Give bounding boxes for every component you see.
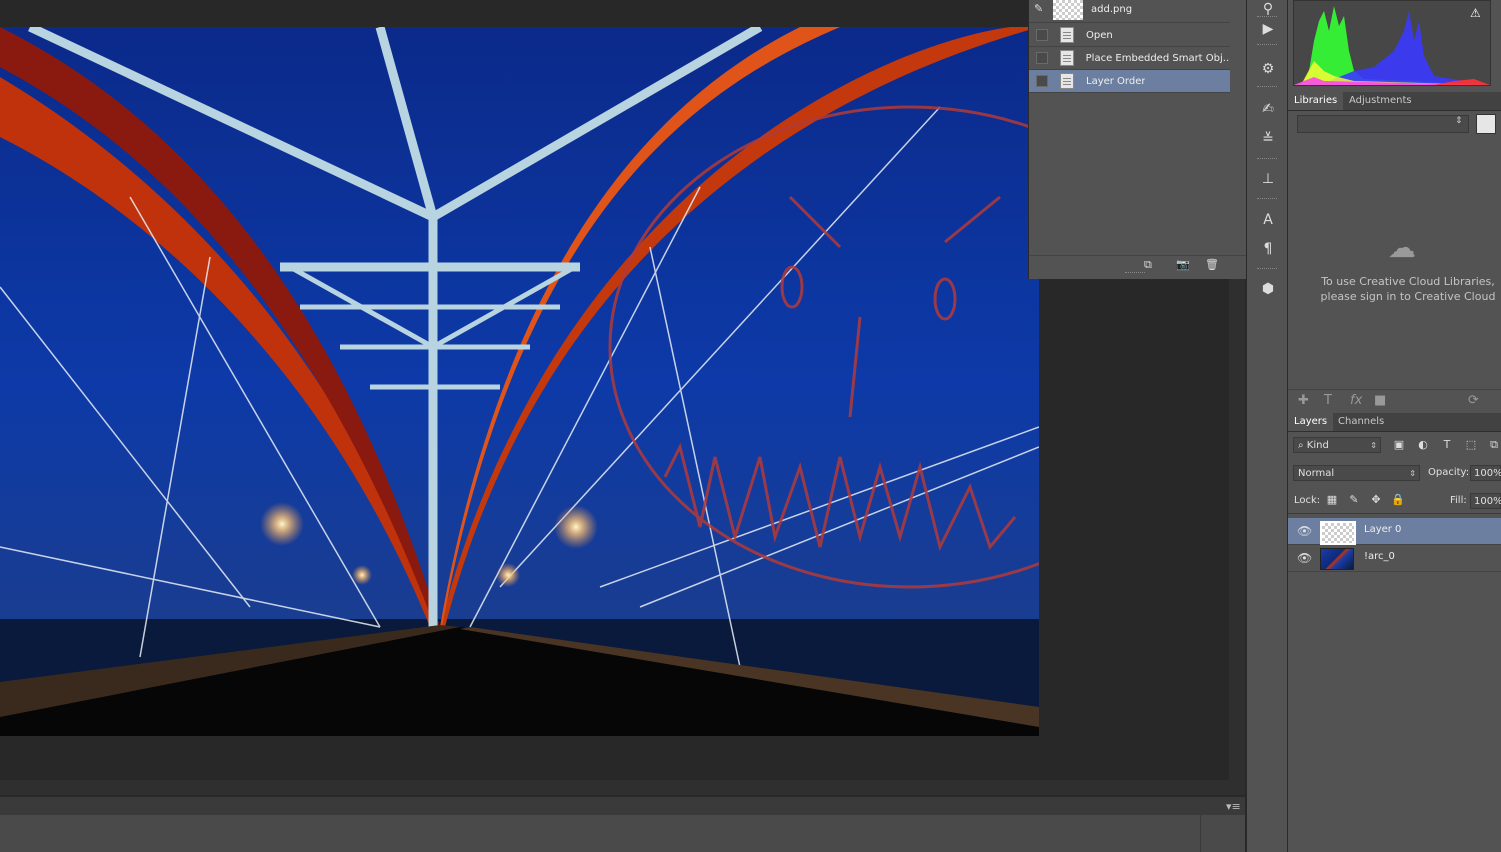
- add-graphic-icon[interactable]: ✚: [1298, 393, 1309, 408]
- clone-source-icon[interactable]: ⊥: [1259, 170, 1277, 188]
- status-divider: [1200, 815, 1201, 852]
- libraries-footer: ✚ T fx ■ ⟳: [1288, 389, 1501, 412]
- layers-divider: [1288, 513, 1501, 514]
- eye-icon[interactable]: 👁: [1297, 551, 1312, 565]
- history-panel: ✎ add.png Open Place Embedded Smart Obj.…: [1028, 0, 1246, 279]
- opacity-value: 100%: [1474, 468, 1501, 479]
- dock-grip[interactable]: [1257, 16, 1277, 19]
- blend-mode-select[interactable]: Normal ⇕: [1293, 465, 1420, 481]
- history-source-checkbox[interactable]: [1036, 52, 1048, 64]
- history-item-label: Layer Order: [1086, 75, 1146, 87]
- snapshot-thumbnail: [1053, 0, 1083, 20]
- opacity-label: Opacity:: [1428, 467, 1470, 478]
- histogram-panel: [1293, 0, 1491, 86]
- lock-transparent-pixels-icon[interactable]: ▦: [1325, 493, 1339, 507]
- tab-adjustments[interactable]: Adjustments: [1343, 92, 1418, 110]
- libraries-message-line1: To use Creative Cloud Libraries,: [1321, 275, 1495, 288]
- document-icon: [1060, 27, 1074, 43]
- search-icon: ⌕: [1298, 440, 1307, 451]
- fill-input[interactable]: 100%: [1470, 493, 1501, 509]
- lock-image-pixels-icon[interactable]: ✎: [1347, 493, 1361, 507]
- grid-view-icon[interactable]: [1476, 114, 1496, 134]
- blend-mode-value: Normal: [1298, 468, 1335, 479]
- history-item-open[interactable]: Open: [1029, 24, 1230, 47]
- histogram-graph: [1294, 6, 1490, 85]
- dock-grip[interactable]: [1257, 86, 1277, 89]
- brush-settings-icon[interactable]: ≚: [1259, 130, 1277, 148]
- history-snapshot[interactable]: ✎ add.png: [1029, 0, 1230, 23]
- bridge-photo: [0, 27, 1039, 736]
- layer-row-arc-0[interactable]: 👁 !arc_0: [1288, 545, 1501, 572]
- snapshot-label: add.png: [1091, 4, 1133, 15]
- camera-icon[interactable]: 📷: [1176, 258, 1190, 271]
- document-icon: [1060, 73, 1074, 89]
- layer-filter-select[interactable]: ⌕ Kind ⇕: [1293, 437, 1381, 453]
- document-icon: [1059, 50, 1074, 66]
- filter-type-icon[interactable]: T: [1439, 437, 1455, 453]
- filter-shape-icon[interactable]: ⬚: [1463, 437, 1479, 453]
- history-item-label: Open: [1086, 29, 1113, 41]
- libraries-message-line2: please sign in to Creative Cloud: [1320, 290, 1496, 303]
- chevron-updown-icon: ⇕: [1370, 441, 1377, 450]
- layers-tab-bar: Layers Channels: [1288, 413, 1501, 432]
- document-canvas[interactable]: [0, 27, 1039, 736]
- adjustments-icon[interactable]: ⚙: [1259, 60, 1277, 78]
- opacity-input[interactable]: 100%: [1470, 465, 1501, 481]
- panel-menu-icon[interactable]: ▾≡: [1226, 800, 1242, 813]
- character-icon[interactable]: A: [1259, 211, 1277, 229]
- brush-icon[interactable]: ✍: [1259, 100, 1277, 118]
- filter-pixel-icon[interactable]: ▣: [1391, 437, 1407, 453]
- paragraph-icon[interactable]: ¶: [1259, 240, 1277, 258]
- trash-icon[interactable]: 🗑: [1205, 258, 1219, 271]
- new-document-from-state-icon[interactable]: ⧉: [1144, 258, 1152, 272]
- dock-grip[interactable]: [1257, 198, 1277, 201]
- tab-channels[interactable]: Channels: [1332, 413, 1390, 431]
- eye-icon[interactable]: 👁: [1297, 524, 1312, 538]
- color-swatch-icon[interactable]: ■: [1374, 393, 1386, 408]
- 3d-cube-icon[interactable]: ⬢: [1259, 280, 1277, 298]
- horizontal-scrollbar[interactable]: [0, 780, 1229, 795]
- fill-label: Fill:: [1450, 495, 1467, 506]
- filter-kind-value: Kind: [1306, 440, 1329, 451]
- layer-style-icon[interactable]: fx: [1350, 393, 1362, 408]
- status-area: [0, 815, 1245, 852]
- history-brush-icon[interactable]: ✎: [1034, 2, 1048, 16]
- lock-label: Lock:: [1294, 495, 1321, 506]
- dock-grip[interactable]: [1257, 268, 1277, 271]
- layer-row-layer-0[interactable]: 👁 Layer 0: [1288, 518, 1501, 545]
- history-source-checkbox[interactable]: [1036, 29, 1048, 41]
- history-item-label: Place Embedded Smart Obj...: [1085, 52, 1230, 64]
- panel-resize-grip[interactable]: [1125, 272, 1145, 277]
- library-dropdown[interactable]: [1297, 115, 1469, 133]
- timeline-bar: [0, 796, 1245, 815]
- history-item-layer-order[interactable]: Layer Order: [1029, 70, 1230, 93]
- dock-grip[interactable]: [1257, 158, 1277, 161]
- libraries-signin-message: To use Creative Cloud Libraries, please …: [1308, 274, 1501, 304]
- history-item-place-embedded[interactable]: Place Embedded Smart Obj...: [1029, 47, 1230, 70]
- dock-grip[interactable]: [1257, 44, 1277, 47]
- layer-thumbnail: [1320, 521, 1356, 545]
- tab-libraries[interactable]: Libraries: [1288, 92, 1344, 110]
- layer-name[interactable]: !arc_0: [1364, 551, 1395, 562]
- history-source-checkbox[interactable]: [1036, 75, 1048, 87]
- libraries-tab-bar: Libraries Adjustments: [1288, 92, 1501, 111]
- layer-name[interactable]: Layer 0: [1364, 524, 1401, 535]
- creative-cloud-icon: ☁: [1388, 231, 1416, 264]
- filter-adjustment-icon[interactable]: ◐: [1415, 437, 1431, 453]
- chevron-updown-icon: ⇕: [1409, 469, 1416, 478]
- lock-all-icon[interactable]: 🔒: [1391, 493, 1405, 507]
- panel-dock-strip: ⚲ ▶ ⚙ ✍ ≚ ⊥ A ¶ ⬢: [1246, 0, 1288, 852]
- layer-thumbnail: [1320, 548, 1354, 570]
- play-icon[interactable]: ▶: [1259, 20, 1277, 38]
- lock-position-icon[interactable]: ✥: [1369, 493, 1383, 507]
- fill-value: 100%: [1474, 496, 1501, 507]
- text-style-icon[interactable]: T: [1324, 393, 1332, 408]
- warning-icon[interactable]: ⚠: [1470, 6, 1484, 20]
- tab-layers[interactable]: Layers: [1288, 413, 1334, 431]
- sync-icon[interactable]: ⟳: [1468, 393, 1479, 408]
- filter-smartobject-icon[interactable]: ⧉: [1486, 437, 1501, 453]
- chevron-updown-icon: ⇕: [1455, 116, 1463, 126]
